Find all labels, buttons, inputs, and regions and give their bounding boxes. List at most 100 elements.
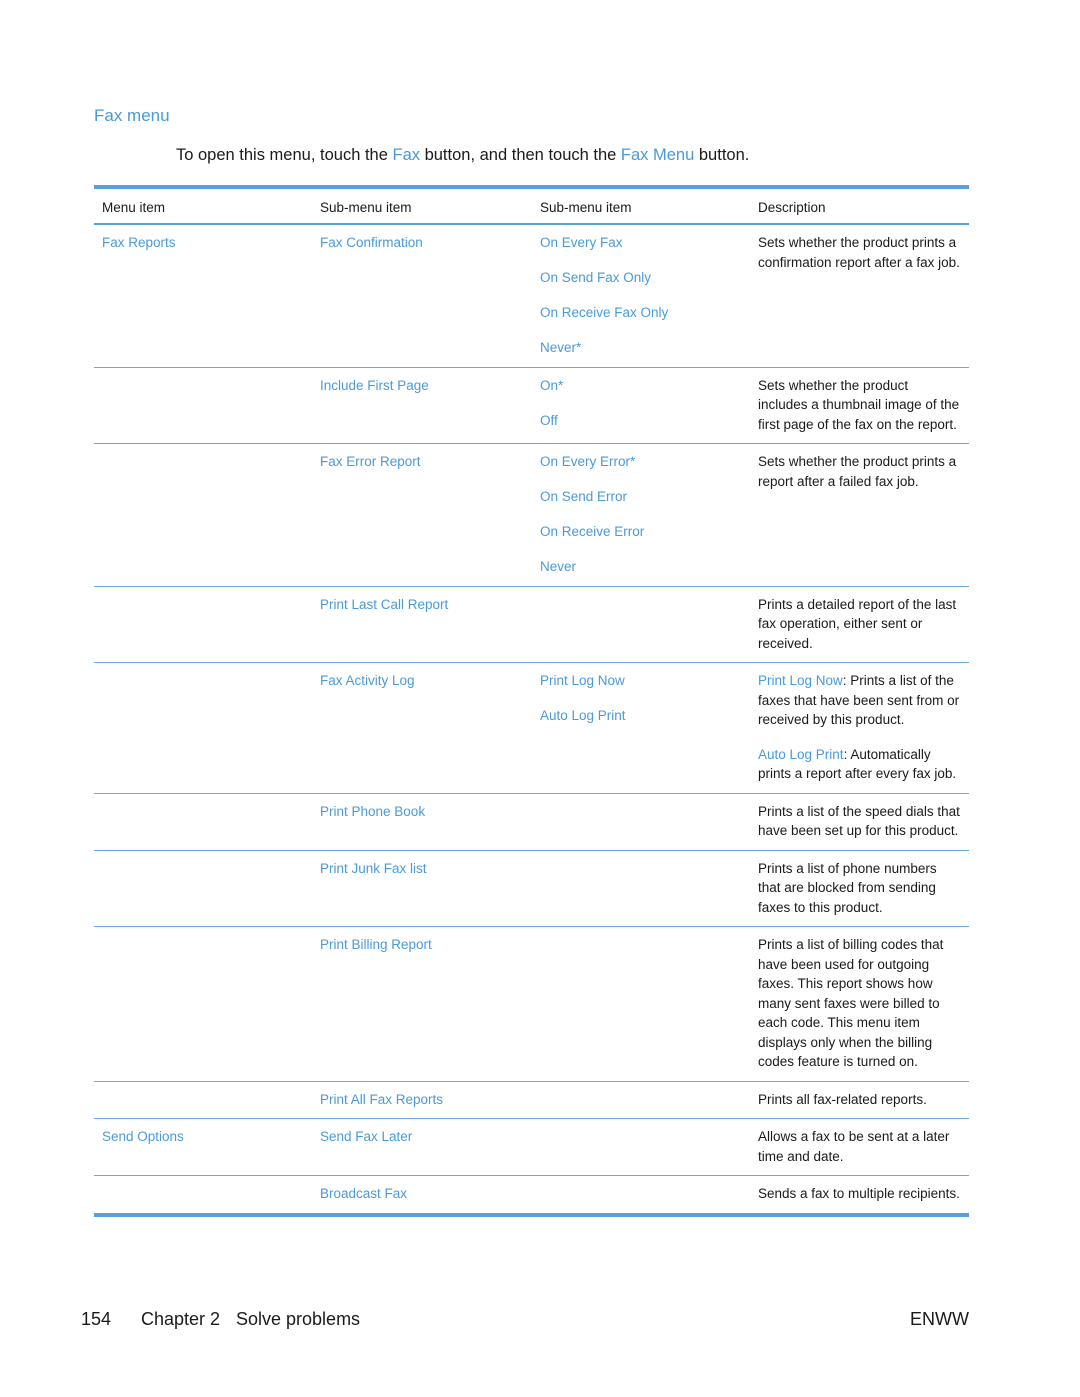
table-row: Print Junk Fax list Prints a list of phon… — [94, 849, 969, 927]
table-row: Include First Page On* Off Sets whether the… — [94, 366, 969, 444]
description-text: Sets whether the product prints a confir… — [758, 235, 960, 270]
intro-text-3: button. — [694, 146, 750, 164]
sub-menu-item-cell: Fax Activity Log — [312, 662, 532, 793]
sub-menu-item-cell: Fax Error Report — [312, 443, 532, 586]
option-link[interactable]: On Every Error* — [540, 452, 742, 472]
option-cell — [532, 849, 750, 927]
sub-menu-item-link[interactable]: Broadcast Fax — [320, 1186, 407, 1201]
intro-text-2: button, and then touch the — [420, 146, 621, 164]
description-text: Prints all fax-related reports. — [758, 1091, 927, 1107]
table-row: Broadcast Fax Sends a fax to multiple rec… — [94, 1175, 969, 1213]
menu-item-link[interactable]: Send Options — [102, 1129, 184, 1144]
sub-menu-item-link[interactable]: Print Phone Book — [320, 804, 425, 819]
option-cell: On Every Fax On Send Fax Only On Receive F… — [532, 224, 750, 367]
menu-item-cell: Fax Reports — [94, 224, 312, 367]
option-cell: On Every Error* On Send Error On Receive E… — [532, 443, 750, 586]
option-cell — [532, 1175, 750, 1213]
option-cell — [532, 926, 750, 1081]
table-row: Print Billing Report Prints a list of bil… — [94, 926, 969, 1081]
fax-menu-table: Menu item Sub-menu item Sub-menu item De… — [94, 189, 969, 1213]
sub-menu-item-cell: Print Billing Report — [312, 926, 532, 1081]
option-link[interactable]: Never* — [540, 338, 742, 358]
description-text: Sends a fax to multiple recipients. — [758, 1186, 960, 1201]
description-text: Prints a list of billing codes that have… — [758, 937, 944, 1069]
option-link[interactable]: Print Log Now — [540, 671, 742, 691]
description-cell: Prints all fax-related reports. — [750, 1080, 969, 1119]
description-paragraph: Auto Log Print: Automatically prints a r… — [758, 745, 961, 784]
menu-item-cell — [94, 792, 312, 850]
sub-menu-item-link[interactable]: Print Billing Report — [320, 937, 432, 952]
option-cell: On* Off — [532, 366, 750, 444]
sub-menu-item-cell: Broadcast Fax — [312, 1175, 532, 1213]
chapter-title: Solve problems — [236, 1309, 361, 1329]
description-text: Sets whether the product includes a thum… — [758, 377, 960, 432]
sub-menu-item-link[interactable]: Print Last Call Report — [320, 597, 448, 612]
sub-menu-item-cell: Include First Page — [312, 366, 532, 444]
fax-menu-button-reference: Fax Menu — [620, 146, 695, 164]
description-text: Prints a detailed report of the last fax… — [758, 596, 957, 651]
option-link[interactable]: On Receive Error — [540, 522, 742, 542]
option-link[interactable]: On Send Fax Only — [540, 268, 742, 288]
table-header-row: Menu item Sub-menu item Sub-menu item De… — [94, 189, 969, 225]
sub-menu-item-link[interactable]: Print All Fax Reports — [320, 1092, 443, 1107]
sub-menu-item-link[interactable]: Send Fax Later — [320, 1129, 412, 1144]
sub-menu-item-cell: Print All Fax Reports — [312, 1080, 532, 1119]
option-link[interactable]: Auto Log Print — [540, 706, 742, 726]
header-description: Description — [750, 189, 969, 225]
sub-menu-item-link[interactable]: Fax Error Report — [320, 454, 421, 469]
option-link[interactable]: On* — [540, 376, 742, 396]
description-text: Allows a fax to be sent at a later time … — [758, 1129, 950, 1164]
description-cell: Sets whether the product prints a report… — [750, 443, 969, 586]
fax-button-reference: Fax — [392, 146, 420, 164]
page-number: 154 — [81, 1309, 112, 1329]
description-cell: Prints a list of the speed dials that ha… — [750, 792, 969, 850]
description-cell: Print Log Now: Prints a list of the faxe… — [750, 662, 969, 793]
sub-menu-item-link[interactable]: Fax Confirmation — [320, 235, 423, 250]
description-cell: Sets whether the product prints a confir… — [750, 224, 969, 367]
sub-menu-item-link[interactable]: Include First Page — [320, 378, 429, 393]
option-cell — [532, 1118, 750, 1176]
sub-menu-item-link[interactable]: Fax Activity Log — [320, 673, 415, 688]
sub-menu-item-cell: Print Junk Fax list — [312, 849, 532, 927]
intro-paragraph: To open this menu, touch the Fax button,… — [176, 146, 749, 165]
option-link[interactable]: Never — [540, 557, 742, 577]
option-link[interactable]: Off — [540, 411, 742, 431]
header-sub-menu-item: Sub-menu item — [312, 189, 532, 225]
intro-text-1: To open this menu, touch the — [176, 146, 393, 164]
sub-menu-item-cell: Print Last Call Report — [312, 585, 532, 663]
menu-item-cell — [94, 1175, 312, 1213]
menu-item-cell — [94, 585, 312, 663]
table-row: Fax Activity Log Print Log Now Auto Log Pr… — [94, 662, 969, 793]
description-cell: Prints a detailed report of the last fax… — [750, 585, 969, 663]
fax-menu-table-container: Menu item Sub-menu item Sub-menu item De… — [94, 185, 969, 1217]
option-link[interactable]: On Every Fax — [540, 233, 742, 253]
section-title: Fax menu — [94, 106, 170, 125]
menu-item-cell — [94, 926, 312, 1081]
table-row: Print Last Call Report Prints a detailed … — [94, 585, 969, 663]
table-row: Send Options Send Fax Later Allows a fax t… — [94, 1118, 969, 1176]
option-cell — [532, 792, 750, 850]
header-sub-menu-item-2: Sub-menu item — [532, 189, 750, 225]
menu-item-cell — [94, 443, 312, 586]
description-text: Prints a list of phone numbers that are … — [758, 860, 937, 915]
description-cell: Sends a fax to multiple recipients. — [750, 1175, 969, 1213]
table-row: Fax Reports Fax Confirmation On Every Fax O… — [94, 224, 969, 367]
sub-menu-item-link[interactable]: Print Junk Fax list — [320, 861, 427, 876]
locale-code: ENWW — [910, 1309, 969, 1329]
menu-item-link[interactable]: Fax Reports — [102, 235, 176, 250]
table-row: Print All Fax Reports Prints all fax-rela… — [94, 1080, 969, 1119]
description-cell: Prints a list of billing codes that have… — [750, 926, 969, 1081]
table-bottom-rule — [94, 1212, 969, 1217]
description-option-link[interactable]: Auto Log Print — [758, 747, 844, 762]
description-paragraph: Print Log Now: Prints a list of the faxe… — [758, 671, 961, 730]
sub-menu-item-cell: Fax Confirmation — [312, 224, 532, 367]
sub-menu-item-cell: Print Phone Book — [312, 792, 532, 850]
option-link[interactable]: On Send Error — [540, 487, 742, 507]
menu-item-cell: Send Options — [94, 1118, 312, 1176]
option-link[interactable]: On Receive Fax Only — [540, 303, 742, 323]
table-row: Fax Error Report On Every Error* On Send E… — [94, 443, 969, 586]
table-row: Print Phone Book Prints a list of the spe… — [94, 792, 969, 850]
option-cell — [532, 1080, 750, 1119]
description-cell: Allows a fax to be sent at a later time … — [750, 1118, 969, 1176]
description-option-link[interactable]: Print Log Now — [758, 673, 843, 688]
